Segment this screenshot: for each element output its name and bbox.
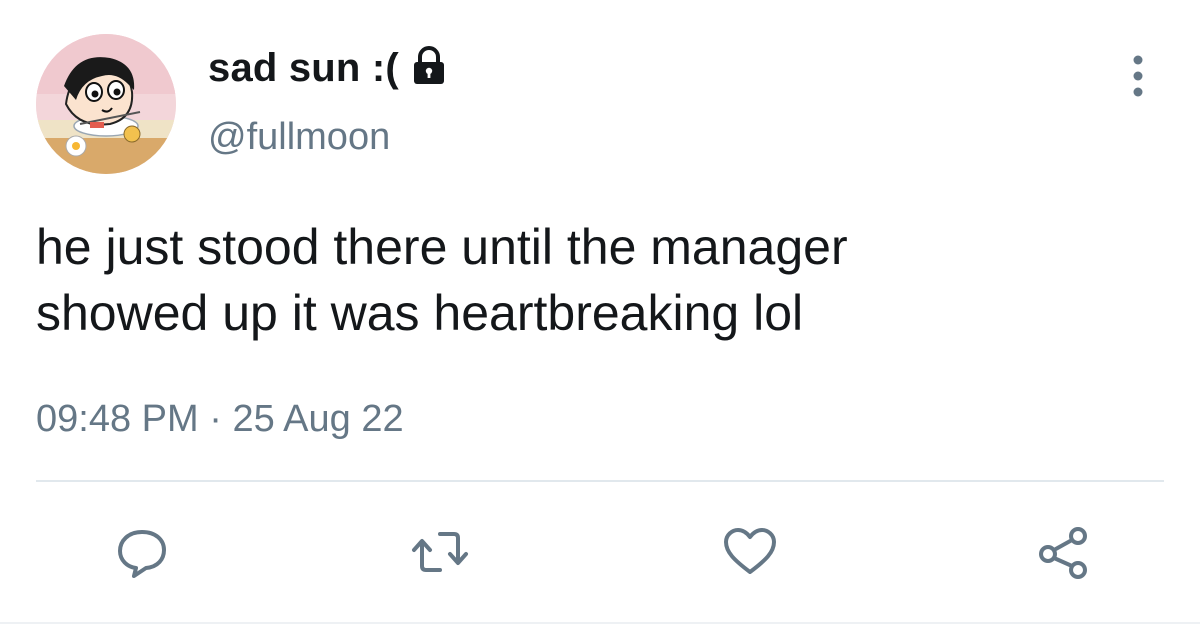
- tweet-text: he just stood there until the manager sh…: [36, 219, 848, 341]
- avatar[interactable]: [36, 34, 176, 174]
- avatar-illustration: [36, 34, 176, 174]
- divider: [36, 480, 1164, 482]
- share-icon: [1034, 522, 1094, 582]
- tweet-time: 09:48 PM: [36, 398, 199, 440]
- bottom-divider: [0, 622, 1200, 624]
- more-vertical-icon[interactable]: [1118, 46, 1158, 106]
- display-name-row: sad sun :(: [208, 38, 451, 98]
- lock-icon: [407, 43, 451, 87]
- retweet-button[interactable]: [400, 512, 480, 592]
- tweet-timestamp[interactable]: 09:48 PM · 25 Aug 22: [36, 394, 404, 444]
- retweet-icon: [410, 522, 470, 582]
- tweet-card: sad sun :( @fullmoon he just stood there…: [0, 0, 1200, 638]
- timestamp-separator: ·: [198, 398, 233, 440]
- share-button[interactable]: [1024, 512, 1104, 592]
- action-bar: [0, 512, 1200, 592]
- user-handle[interactable]: @fullmoon: [208, 118, 390, 156]
- like-button[interactable]: [710, 512, 790, 592]
- reply-button[interactable]: [102, 512, 182, 592]
- display-name[interactable]: sad sun :(: [208, 48, 399, 88]
- like-icon: [720, 522, 780, 582]
- tweet-date: 25 Aug 22: [232, 398, 404, 440]
- reply-icon: [112, 522, 172, 582]
